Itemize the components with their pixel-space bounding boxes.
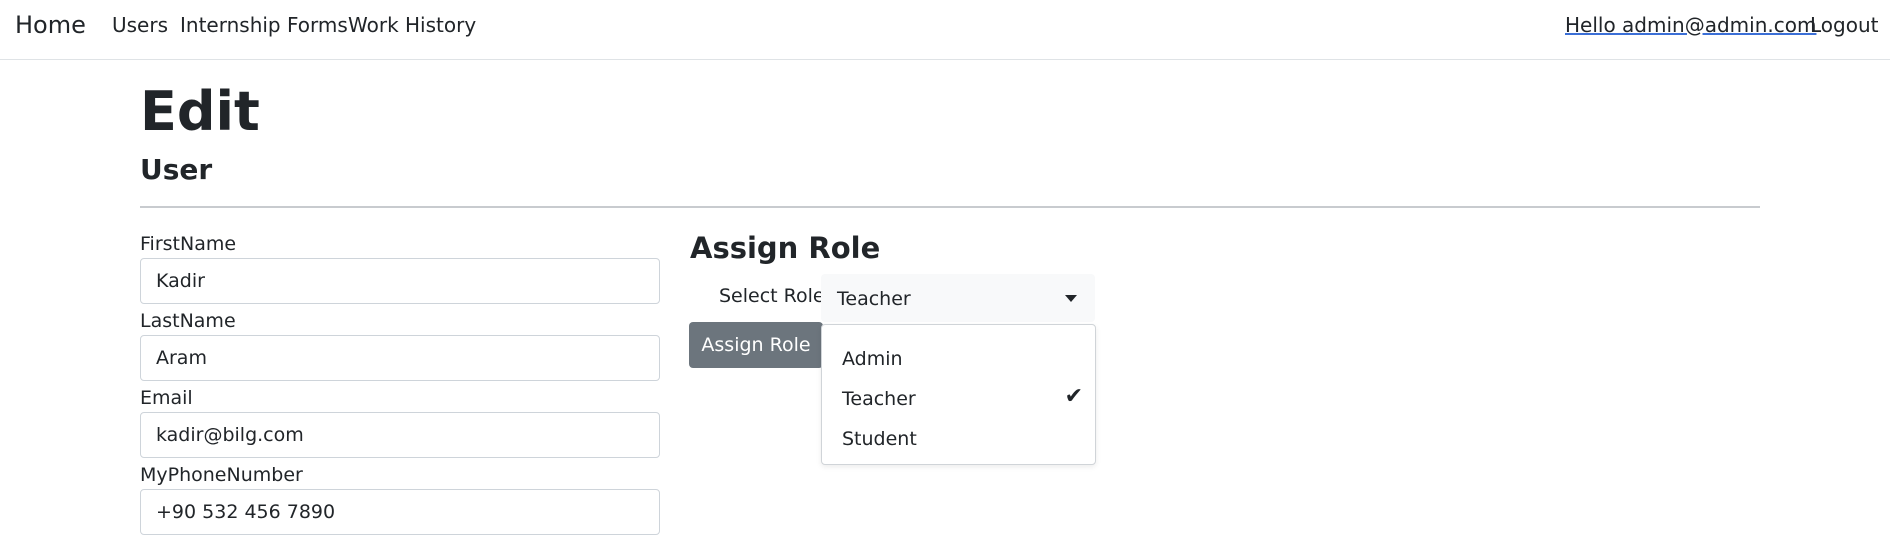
user-greeting-link[interactable]: Hello admin@admin.com (1565, 13, 1816, 37)
role-select[interactable]: Teacher (821, 274, 1095, 322)
lastname-field[interactable] (140, 335, 660, 381)
lastname-label: LastName (140, 310, 236, 332)
phone-label: MyPhoneNumber (140, 464, 303, 486)
logout-link[interactable]: Logout (1810, 13, 1878, 37)
assign-role-button[interactable]: Assign Role (689, 322, 823, 368)
nav-link-work-history[interactable]: Work History (348, 13, 476, 37)
role-option-admin[interactable]: Admin (822, 339, 1095, 379)
nav-link-internship-forms[interactable]: Internship Forms (180, 13, 348, 37)
nav-link-users[interactable]: Users (112, 13, 168, 37)
phone-field[interactable] (140, 489, 660, 535)
role-option-label: Student (842, 428, 917, 450)
firstname-field[interactable] (140, 258, 660, 304)
select-role-label: Select Role (719, 285, 825, 307)
divider (140, 206, 1760, 208)
navbar: Home Users Internship Forms Work History… (0, 0, 1890, 60)
role-option-teacher[interactable]: Teacher ✔ (822, 379, 1095, 419)
caret-down-icon (1065, 295, 1077, 302)
role-dropdown-menu: Admin Teacher ✔ Student (821, 324, 1096, 465)
email-label: Email (140, 387, 193, 409)
role-select-value: Teacher (837, 288, 911, 310)
brand-link[interactable]: Home (15, 11, 86, 39)
role-option-label: Teacher (842, 388, 916, 410)
role-option-label: Admin (842, 348, 903, 370)
role-option-student[interactable]: Student (822, 419, 1095, 459)
page-subtitle: User (140, 153, 213, 186)
email-field[interactable] (140, 412, 660, 458)
assign-role-heading: Assign Role (690, 231, 881, 265)
firstname-label: FirstName (140, 233, 237, 255)
check-icon: ✔ (1064, 384, 1083, 409)
page-title: Edit (140, 80, 260, 143)
